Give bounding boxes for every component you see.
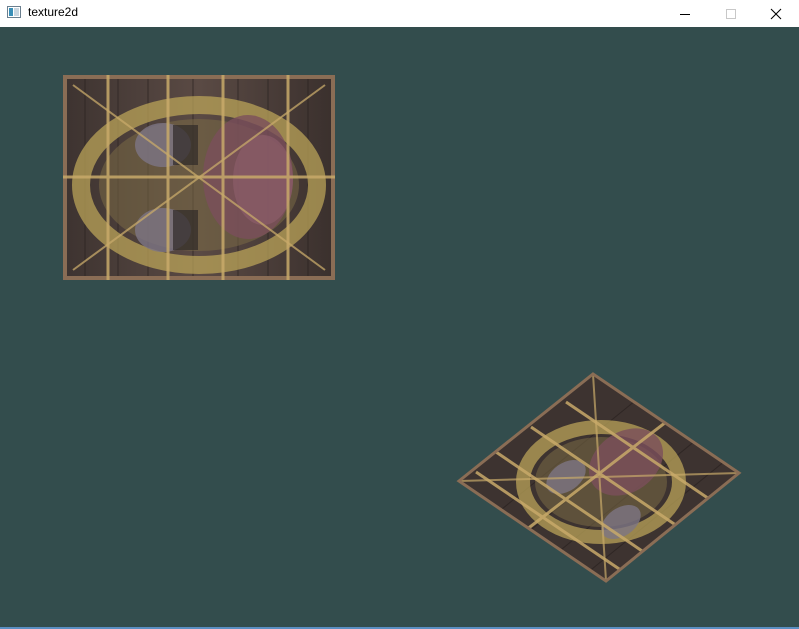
app-window: texture2d [0,0,799,629]
close-button[interactable] [753,0,799,27]
minimize-icon [680,13,690,15]
close-icon [770,8,782,19]
rotated-textured-quad [456,372,742,583]
title-bar[interactable]: texture2d [0,0,799,27]
upright-textured-quad [63,75,335,280]
window-title: texture2d [28,5,79,19]
render-viewport[interactable] [0,27,799,627]
app-window-icon [7,6,21,18]
maximize-icon [726,8,736,19]
minimize-button[interactable] [662,0,708,27]
maximize-button[interactable] [708,0,754,27]
